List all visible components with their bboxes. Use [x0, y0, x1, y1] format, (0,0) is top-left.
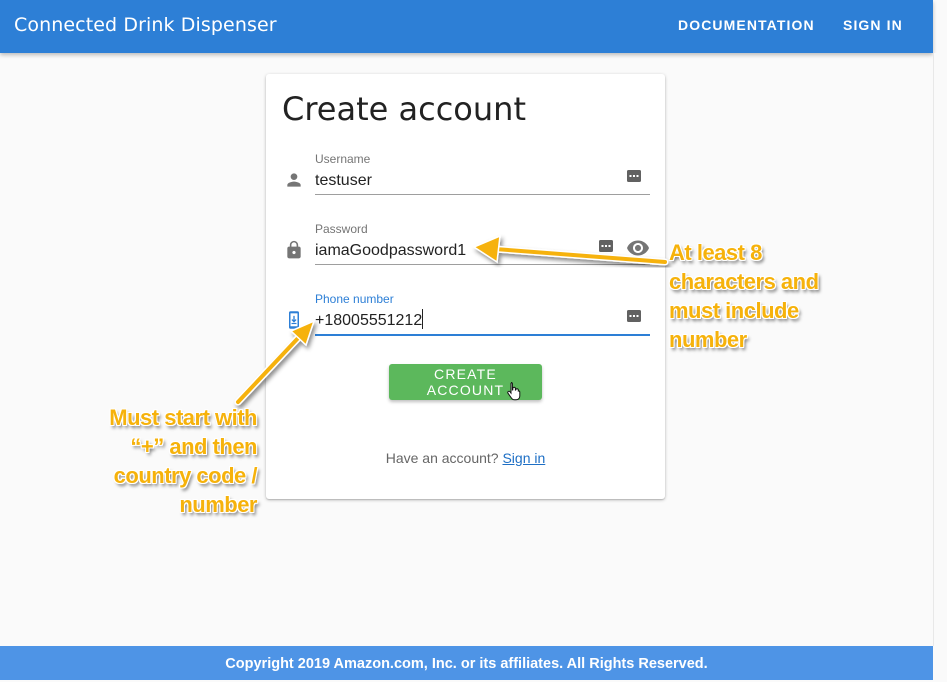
app-title: Connected Drink Dispenser [14, 14, 277, 36]
have-account-text: Have an account? [385, 450, 499, 466]
phone-underline [315, 334, 650, 336]
annotation-line: country code / [113, 463, 258, 488]
username-input[interactable] [315, 170, 615, 192]
footer: Copyright 2019 Amazon.com, Inc. or its a… [0, 646, 933, 680]
show-password-eye-icon[interactable] [626, 236, 650, 260]
sign-in-nav-button[interactable]: SIGN IN [843, 17, 903, 33]
phone-input[interactable] [315, 310, 615, 332]
username-field-group: Username [266, 152, 665, 202]
password-rule-annotation: At least 8 characters and must include n… [669, 238, 819, 354]
annotation-line: must include [669, 298, 799, 323]
annotation-line: number [669, 327, 747, 352]
create-account-card: Create account Username Password [266, 74, 665, 499]
hand-cursor-icon [507, 382, 521, 401]
password-label: Password [315, 222, 368, 236]
annotation-line: characters and [669, 269, 819, 294]
annotation-line: number [179, 492, 257, 517]
page-scrollbar[interactable] [933, 53, 947, 646]
sign-in-link[interactable]: Sign in [502, 450, 545, 466]
person-icon [287, 173, 301, 187]
keyboard-icon[interactable] [598, 238, 614, 254]
phone-field-group: Phone number [266, 292, 665, 342]
documentation-button[interactable]: DOCUMENTATION [678, 17, 815, 33]
password-underline [315, 264, 650, 265]
annotation-line: Must start with [109, 405, 257, 430]
password-field-group: Password [266, 222, 665, 272]
username-label: Username [315, 152, 371, 166]
annotation-line: At least 8 [669, 240, 762, 265]
lock-icon [287, 240, 301, 259]
copyright-text: Copyright 2019 Amazon.com, Inc. or its a… [225, 656, 708, 672]
phone-icon [289, 311, 299, 329]
username-underline [315, 194, 650, 195]
phone-rule-annotation: Must start with “+” and then country cod… [60, 403, 257, 519]
page-title: Create account [282, 90, 526, 128]
have-account-row: Have an account? Sign in [266, 450, 665, 466]
annotation-line: “+” and then [130, 434, 257, 459]
keyboard-icon[interactable] [626, 168, 642, 184]
phone-label: Phone number [315, 292, 394, 306]
text-caret [422, 309, 423, 329]
app-bar: Connected Drink Dispenser DOCUMENTATION … [0, 0, 933, 53]
keyboard-icon[interactable] [626, 308, 642, 324]
password-input[interactable] [315, 240, 555, 262]
